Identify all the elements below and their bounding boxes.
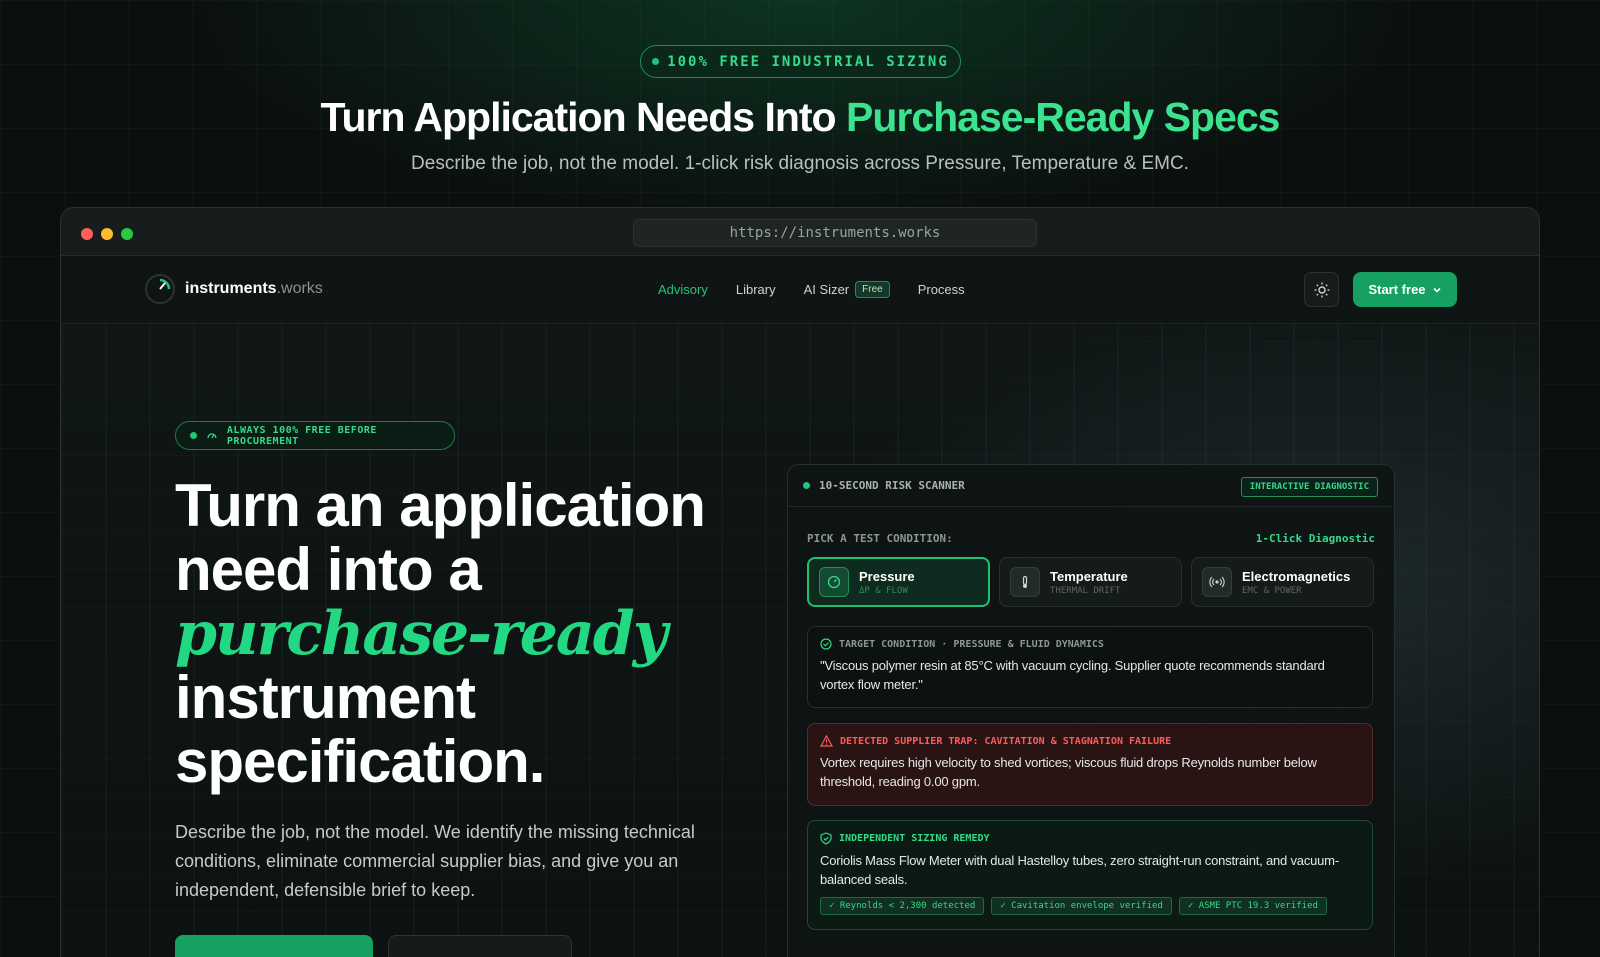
site-logo[interactable]: instruments.works xyxy=(145,274,323,304)
status-dot xyxy=(190,432,197,439)
verification-chip: ✓ ASME PTC 19.3 verified xyxy=(1178,897,1327,915)
sizing-remedy-panel: INDEPENDENT SIZING REMEDY Coriolis Mass … xyxy=(807,820,1373,930)
sizing-remedy-body: Coriolis Mass Flow Meter with dual Haste… xyxy=(820,853,1339,887)
hero-title: Turn an application need into a purchase… xyxy=(175,474,775,794)
condition-name: Pressure xyxy=(859,568,915,584)
target-condition-panel: TARGET CONDITION · PRESSURE & FLUID DYNA… xyxy=(807,626,1373,708)
browser-window: https://instruments.works instruments.wo… xyxy=(60,207,1540,957)
status-dot xyxy=(803,482,810,489)
condition-name: Temperature xyxy=(1050,568,1128,584)
hero-section: ALWAYS 100% FREE BEFORE PROCUREMENT Turn… xyxy=(61,324,1539,957)
target-condition-head: TARGET CONDITION · PRESSURE & FLUID DYNA… xyxy=(820,638,1360,650)
ai-sizer-free-badge: Free xyxy=(855,281,890,298)
hero-description: Describe the job, not the model. We iden… xyxy=(175,822,695,900)
condition-sub: ΔP & FLOW xyxy=(859,585,908,596)
nav-advisory[interactable]: Advisory xyxy=(658,282,708,297)
gauge-icon xyxy=(207,432,217,438)
logo-main: instruments xyxy=(185,280,277,297)
condition-temperature[interactable]: Temperature THERMAL DRIFT xyxy=(999,557,1182,607)
hero-pill: ALWAYS 100% FREE BEFORE PROCUREMENT xyxy=(175,421,455,450)
scanner-title: 10-SECOND RISK SCANNER xyxy=(819,479,965,492)
condition-sub: EMC & POWER xyxy=(1242,585,1302,596)
pick-condition-label: PICK A TEST CONDITION: xyxy=(807,532,953,545)
secondary-cta-button[interactable] xyxy=(388,935,572,957)
site-navbar: instruments.works Advisory Library AI Si… xyxy=(61,256,1539,324)
logo-suffix: .works xyxy=(276,280,323,297)
gauge-icon xyxy=(819,567,849,597)
nav-links: Advisory Library AI Sizer Free Process xyxy=(658,281,965,298)
target-condition-body: "Viscous polymer resin at 85°C with vacu… xyxy=(820,658,1325,692)
supplier-trap-body: Vortex requires high velocity to shed vo… xyxy=(820,755,1317,789)
verification-chips: ✓ Reynolds < 2,300 detected ✓ Cavitation… xyxy=(820,897,1360,915)
page-title: Turn Application Needs Into Purchase-Rea… xyxy=(0,94,1600,141)
nav-library[interactable]: Library xyxy=(736,282,776,297)
sizing-remedy-head: INDEPENDENT SIZING REMEDY xyxy=(820,832,1360,845)
warning-icon xyxy=(820,735,833,747)
hero-title-line-5: specification. xyxy=(175,728,545,795)
signal-icon xyxy=(1202,567,1232,597)
nav-ai-sizer[interactable]: AI Sizer xyxy=(804,282,850,297)
nav-process[interactable]: Process xyxy=(918,282,965,297)
sizing-remedy-title: INDEPENDENT SIZING REMEDY xyxy=(839,833,990,844)
check-circle-icon xyxy=(820,638,832,650)
primary-cta-button[interactable] xyxy=(175,935,373,957)
verification-chip: ✓ Reynolds < 2,300 detected xyxy=(820,897,985,915)
maximize-window-dot[interactable] xyxy=(121,228,133,240)
risk-scanner-card: 10-SECOND RISK SCANNER INTERACTIVE DIAGN… xyxy=(787,464,1395,957)
free-sizing-pill-label: 100% FREE INDUSTRIAL SIZING xyxy=(667,53,949,70)
supplier-trap-title: DETECTED SUPPLIER TRAP: CAVITATION & STA… xyxy=(840,735,1172,747)
status-dot xyxy=(652,58,660,65)
chevron-down-icon xyxy=(1432,287,1441,293)
condition-name: Electromagnetics xyxy=(1242,568,1351,584)
supplier-trap-head: DETECTED SUPPLIER TRAP: CAVITATION & STA… xyxy=(820,735,1360,747)
interactive-diagnostic-badge: INTERACTIVE DIAGNOSTIC xyxy=(1240,477,1378,497)
start-free-button[interactable]: Start free xyxy=(1353,272,1457,307)
condition-electromagnetics[interactable]: Electromagnetics EMC & POWER xyxy=(1191,557,1374,607)
start-free-label: Start free xyxy=(1368,282,1426,297)
condition-sub: THERMAL DRIFT xyxy=(1050,585,1121,596)
page-title-main: Turn Application Needs Into xyxy=(320,94,846,140)
shield-check-icon xyxy=(820,832,832,845)
supplier-trap-panel: DETECTED SUPPLIER TRAP: CAVITATION & STA… xyxy=(807,723,1373,806)
condition-options: Pressure ΔP & FLOW Temperature THERMAL D… xyxy=(807,557,1374,607)
hero-title-line-4: instrument xyxy=(175,664,476,731)
hero-title-script: purchase-ready xyxy=(175,599,668,669)
scanner-header: 10-SECOND RISK SCANNER INTERACTIVE DIAGN… xyxy=(788,465,1394,507)
pick-condition-row: PICK A TEST CONDITION: 1-Click Diagnosti… xyxy=(807,532,1375,545)
hero-title-line-1: Turn an application xyxy=(175,472,706,539)
gauge-logo-icon xyxy=(145,274,175,304)
free-sizing-pill: 100% FREE INDUSTRIAL SIZING xyxy=(640,45,961,78)
minimize-window-dot[interactable] xyxy=(101,228,113,240)
hero-pill-label: ALWAYS 100% FREE BEFORE PROCUREMENT xyxy=(226,424,377,447)
close-window-dot[interactable] xyxy=(81,228,93,240)
logo-text: instruments.works xyxy=(185,280,323,298)
verification-chip: ✓ Cavitation envelope verified xyxy=(991,897,1172,915)
one-click-diagnostic-label: 1-Click Diagnostic xyxy=(1255,532,1375,545)
theme-toggle-button[interactable] xyxy=(1304,272,1339,307)
address-bar[interactable]: https://instruments.works xyxy=(633,219,1037,247)
page-title-accent: Purchase-Ready Specs xyxy=(845,94,1281,140)
thermometer-icon xyxy=(1010,567,1040,597)
page-subtitle: Describe the job, not the model. 1-click… xyxy=(411,153,1189,174)
sun-icon xyxy=(1314,282,1329,297)
target-condition-title: TARGET CONDITION · PRESSURE & FLUID DYNA… xyxy=(839,638,1104,650)
browser-chrome: https://instruments.works xyxy=(61,208,1539,256)
hero-title-line-2: need into a xyxy=(175,536,482,603)
condition-pressure[interactable]: Pressure ΔP & FLOW xyxy=(807,557,990,607)
